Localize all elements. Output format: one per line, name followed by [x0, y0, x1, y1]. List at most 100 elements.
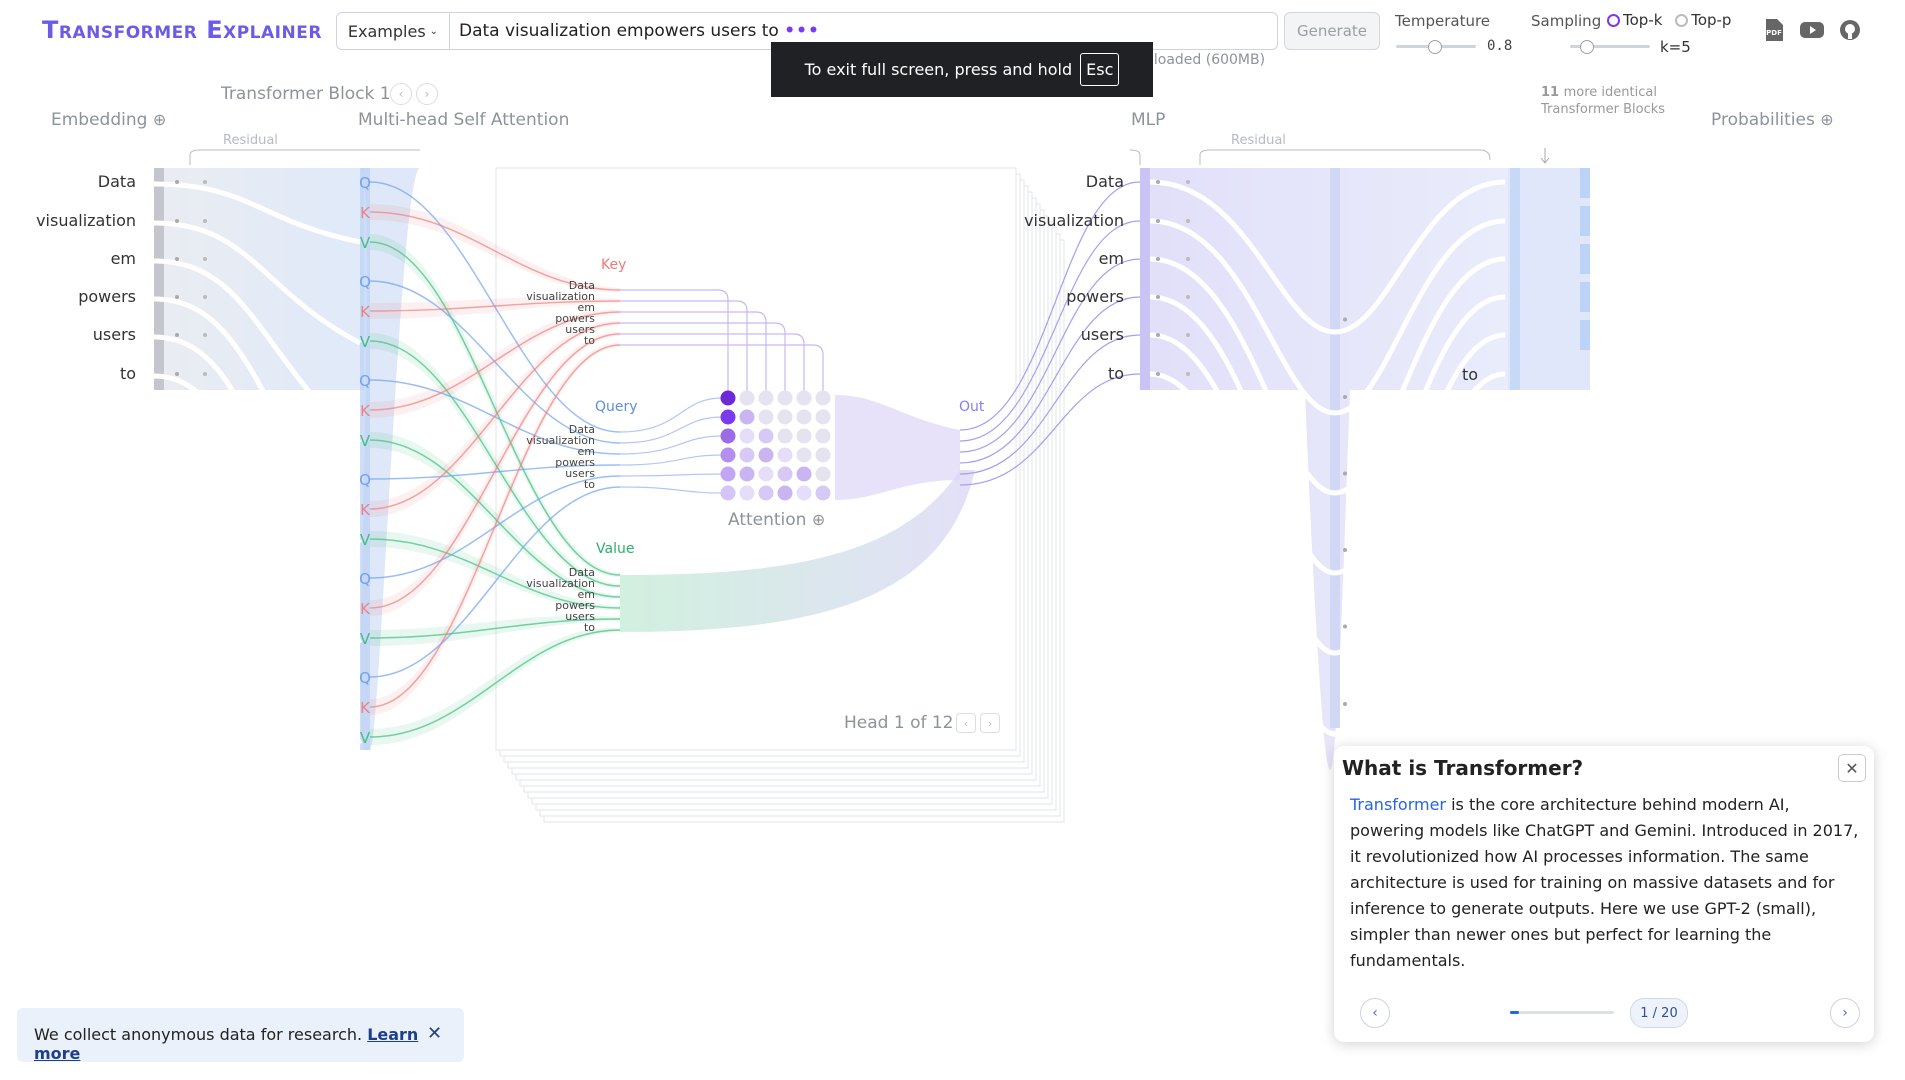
mini-token-label: to — [583, 621, 595, 634]
qkv-letter: Q — [359, 273, 371, 291]
attention-cell — [815, 485, 831, 501]
step-counter: 1 / 20 — [1630, 998, 1688, 1028]
next-block-column — [1508, 168, 1590, 390]
mlp-dot — [1186, 295, 1190, 299]
qkv-letter: K — [360, 699, 370, 717]
panel-body-text: is the core architecture behind modern A… — [1350, 795, 1859, 970]
zoom-in-icon[interactable]: ⊕ — [812, 510, 825, 529]
mlp-hidden-dot — [1343, 395, 1347, 399]
attention-cell — [739, 485, 755, 501]
attention-cell — [796, 485, 812, 501]
mlp-dot — [1156, 333, 1160, 337]
embedding-dot — [203, 372, 207, 376]
mlp-hidden-column — [1330, 168, 1340, 728]
mlp-hidden-dot — [1343, 702, 1347, 706]
mini-token-label: users — [565, 610, 595, 623]
mini-token-label: users — [565, 323, 595, 336]
close-icon[interactable]: ✕ — [1838, 754, 1866, 782]
qkv-letter: K — [360, 402, 370, 420]
mlp-dot — [1156, 257, 1160, 261]
cookie-text: We collect anonymous data for research. — [34, 1025, 363, 1044]
qkv-column — [360, 168, 370, 750]
attention-cell — [796, 428, 812, 444]
attention-cell — [796, 390, 812, 406]
mlp-dot — [1186, 180, 1190, 184]
residual-bracket — [1129, 149, 1141, 165]
mlp-dot — [1156, 295, 1160, 299]
attention-cell — [758, 447, 774, 463]
attention-cell — [777, 447, 793, 463]
embedding-flow — [153, 168, 420, 750]
mini-token-label: to — [583, 478, 595, 491]
mlp-dot — [1186, 257, 1190, 261]
key-label: Key — [601, 257, 627, 273]
transformer-link[interactable]: Transformer — [1350, 795, 1446, 814]
qkv-letter: V — [359, 531, 371, 549]
attention-cell — [720, 409, 736, 425]
embedding-dot — [203, 219, 207, 223]
embedding-dot — [175, 219, 179, 223]
qkv-letter: Q — [359, 669, 371, 687]
attention-cell — [720, 447, 736, 463]
attention-cell — [777, 485, 793, 501]
attention-cell — [815, 466, 831, 482]
attention-cell — [777, 428, 793, 444]
attention-cell — [739, 409, 755, 425]
close-icon[interactable]: ✕ — [427, 1023, 442, 1044]
output-token: to — [1461, 365, 1478, 384]
embedding-dot — [203, 333, 207, 337]
attention-cell — [739, 390, 755, 406]
step-progress-bar — [1510, 1011, 1614, 1014]
qkv-letter: Q — [359, 372, 371, 390]
embedding-dot — [175, 372, 179, 376]
mlp-hidden-dot — [1343, 624, 1347, 629]
mlp-dot — [1186, 219, 1190, 223]
output-column — [1510, 168, 1520, 390]
head-prev-button[interactable]: ‹ — [956, 713, 976, 733]
explanation-panel: What is Transformer? ✕ Transformer is th… — [1334, 746, 1874, 1042]
token-label: to — [119, 364, 136, 383]
panel-title: What is Transformer? — [1342, 756, 1584, 780]
step-progress-fill — [1510, 1011, 1520, 1014]
attention-cell — [720, 390, 736, 406]
attention-cell — [815, 428, 831, 444]
token-label: powers — [78, 287, 136, 306]
attention-cell — [815, 409, 831, 425]
prev-step-button[interactable]: ‹ — [1360, 998, 1390, 1028]
embedding-dot — [175, 295, 179, 299]
qkv-letter: Q — [359, 570, 371, 588]
head-next-button[interactable]: › — [980, 713, 1000, 733]
attention-cell — [739, 466, 755, 482]
mlp-token-label: em — [1098, 249, 1124, 268]
panel-body: Transformer is the core architecture beh… — [1350, 792, 1860, 974]
qkv-letter: K — [360, 600, 370, 618]
attention-cell — [720, 466, 736, 482]
mini-token-label: users — [565, 467, 595, 480]
residual-bracket — [189, 149, 420, 165]
mlp-dot — [1186, 333, 1190, 337]
next-step-button[interactable]: › — [1830, 998, 1860, 1028]
mini-token-label: to — [583, 334, 595, 347]
mlp-dot — [1156, 180, 1160, 184]
qkv-letter: K — [360, 303, 370, 321]
embedding-dot — [203, 257, 207, 261]
mlp-hidden-dot — [1343, 317, 1347, 322]
embedding-line — [153, 373, 363, 746]
out-label: Out — [959, 399, 985, 415]
mlp-hidden-dot — [1343, 471, 1347, 476]
attention-cell — [758, 390, 774, 406]
mlp-token-label: visualization — [1024, 211, 1124, 230]
residual-bracket — [1199, 149, 1491, 165]
attention-cell — [758, 485, 774, 501]
attention-zoom-label[interactable]: Attention ⊕ — [728, 510, 825, 530]
attention-cell — [796, 447, 812, 463]
token-label: visualization — [36, 211, 136, 230]
qkv-letter: Q — [359, 174, 371, 192]
mlp-input-column — [1140, 168, 1150, 390]
qkv-letter: V — [359, 333, 371, 351]
probability-bar — [1580, 206, 1590, 236]
mlp-token-label: powers — [1066, 287, 1124, 306]
attention-cell — [720, 428, 736, 444]
qkv-letter: K — [360, 204, 370, 222]
qkv-letter: V — [359, 630, 371, 648]
